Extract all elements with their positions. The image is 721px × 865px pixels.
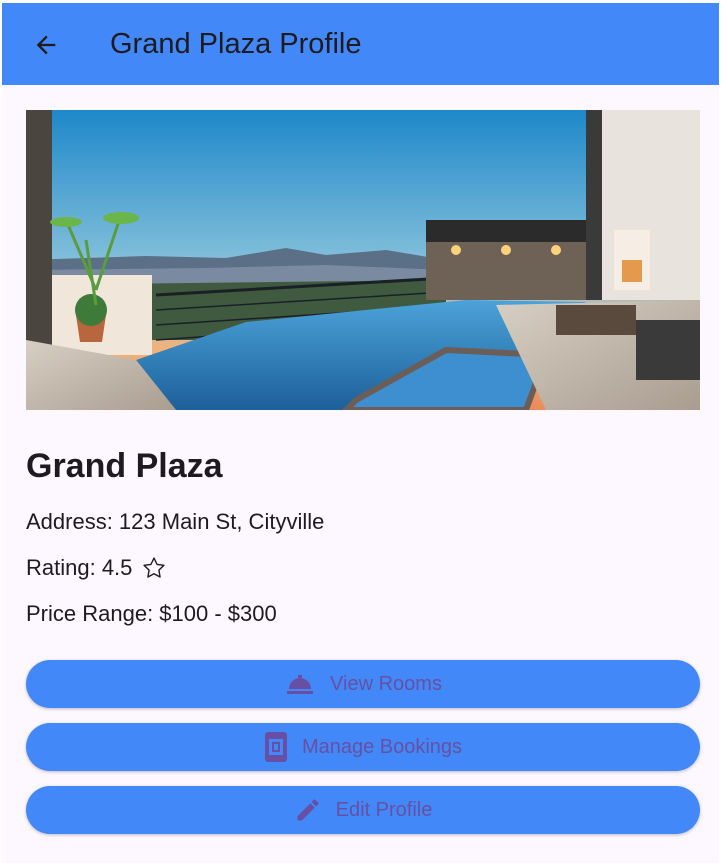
app-bar: Grand Plaza Profile xyxy=(2,3,719,85)
edit-profile-button[interactable]: Edit Profile xyxy=(26,786,700,834)
view-rooms-button[interactable]: View Rooms xyxy=(26,660,700,708)
hotel-rating: Rating: 4.5 xyxy=(26,555,133,580)
edit-profile-label: Edit Profile xyxy=(335,798,433,821)
view-rooms-label: View Rooms xyxy=(330,672,442,695)
edit-pencil-icon xyxy=(294,796,322,824)
manage-bookings-label: Manage Bookings xyxy=(301,735,463,758)
back-button[interactable] xyxy=(28,27,64,63)
hotel-rating-row: Rating: 4.5 xyxy=(26,554,168,582)
star-outline-icon xyxy=(140,554,168,582)
arrow-back-icon xyxy=(36,35,56,55)
page-title: Grand Plaza Profile xyxy=(110,28,362,60)
hotel-image xyxy=(26,110,700,410)
manage-bookings-button[interactable]: Manage Bookings xyxy=(26,723,700,771)
app-screen: Grand Plaza Profile Grand Plaza Address:… xyxy=(2,3,719,863)
book-icon xyxy=(264,731,288,763)
hotel-name: Grand Plaza xyxy=(26,447,223,485)
hotel-address: Address: 123 Main St, Cityville xyxy=(26,509,325,534)
hotel-price-range: Price Range: $100 - $300 xyxy=(26,601,277,626)
room-service-icon xyxy=(284,671,316,697)
